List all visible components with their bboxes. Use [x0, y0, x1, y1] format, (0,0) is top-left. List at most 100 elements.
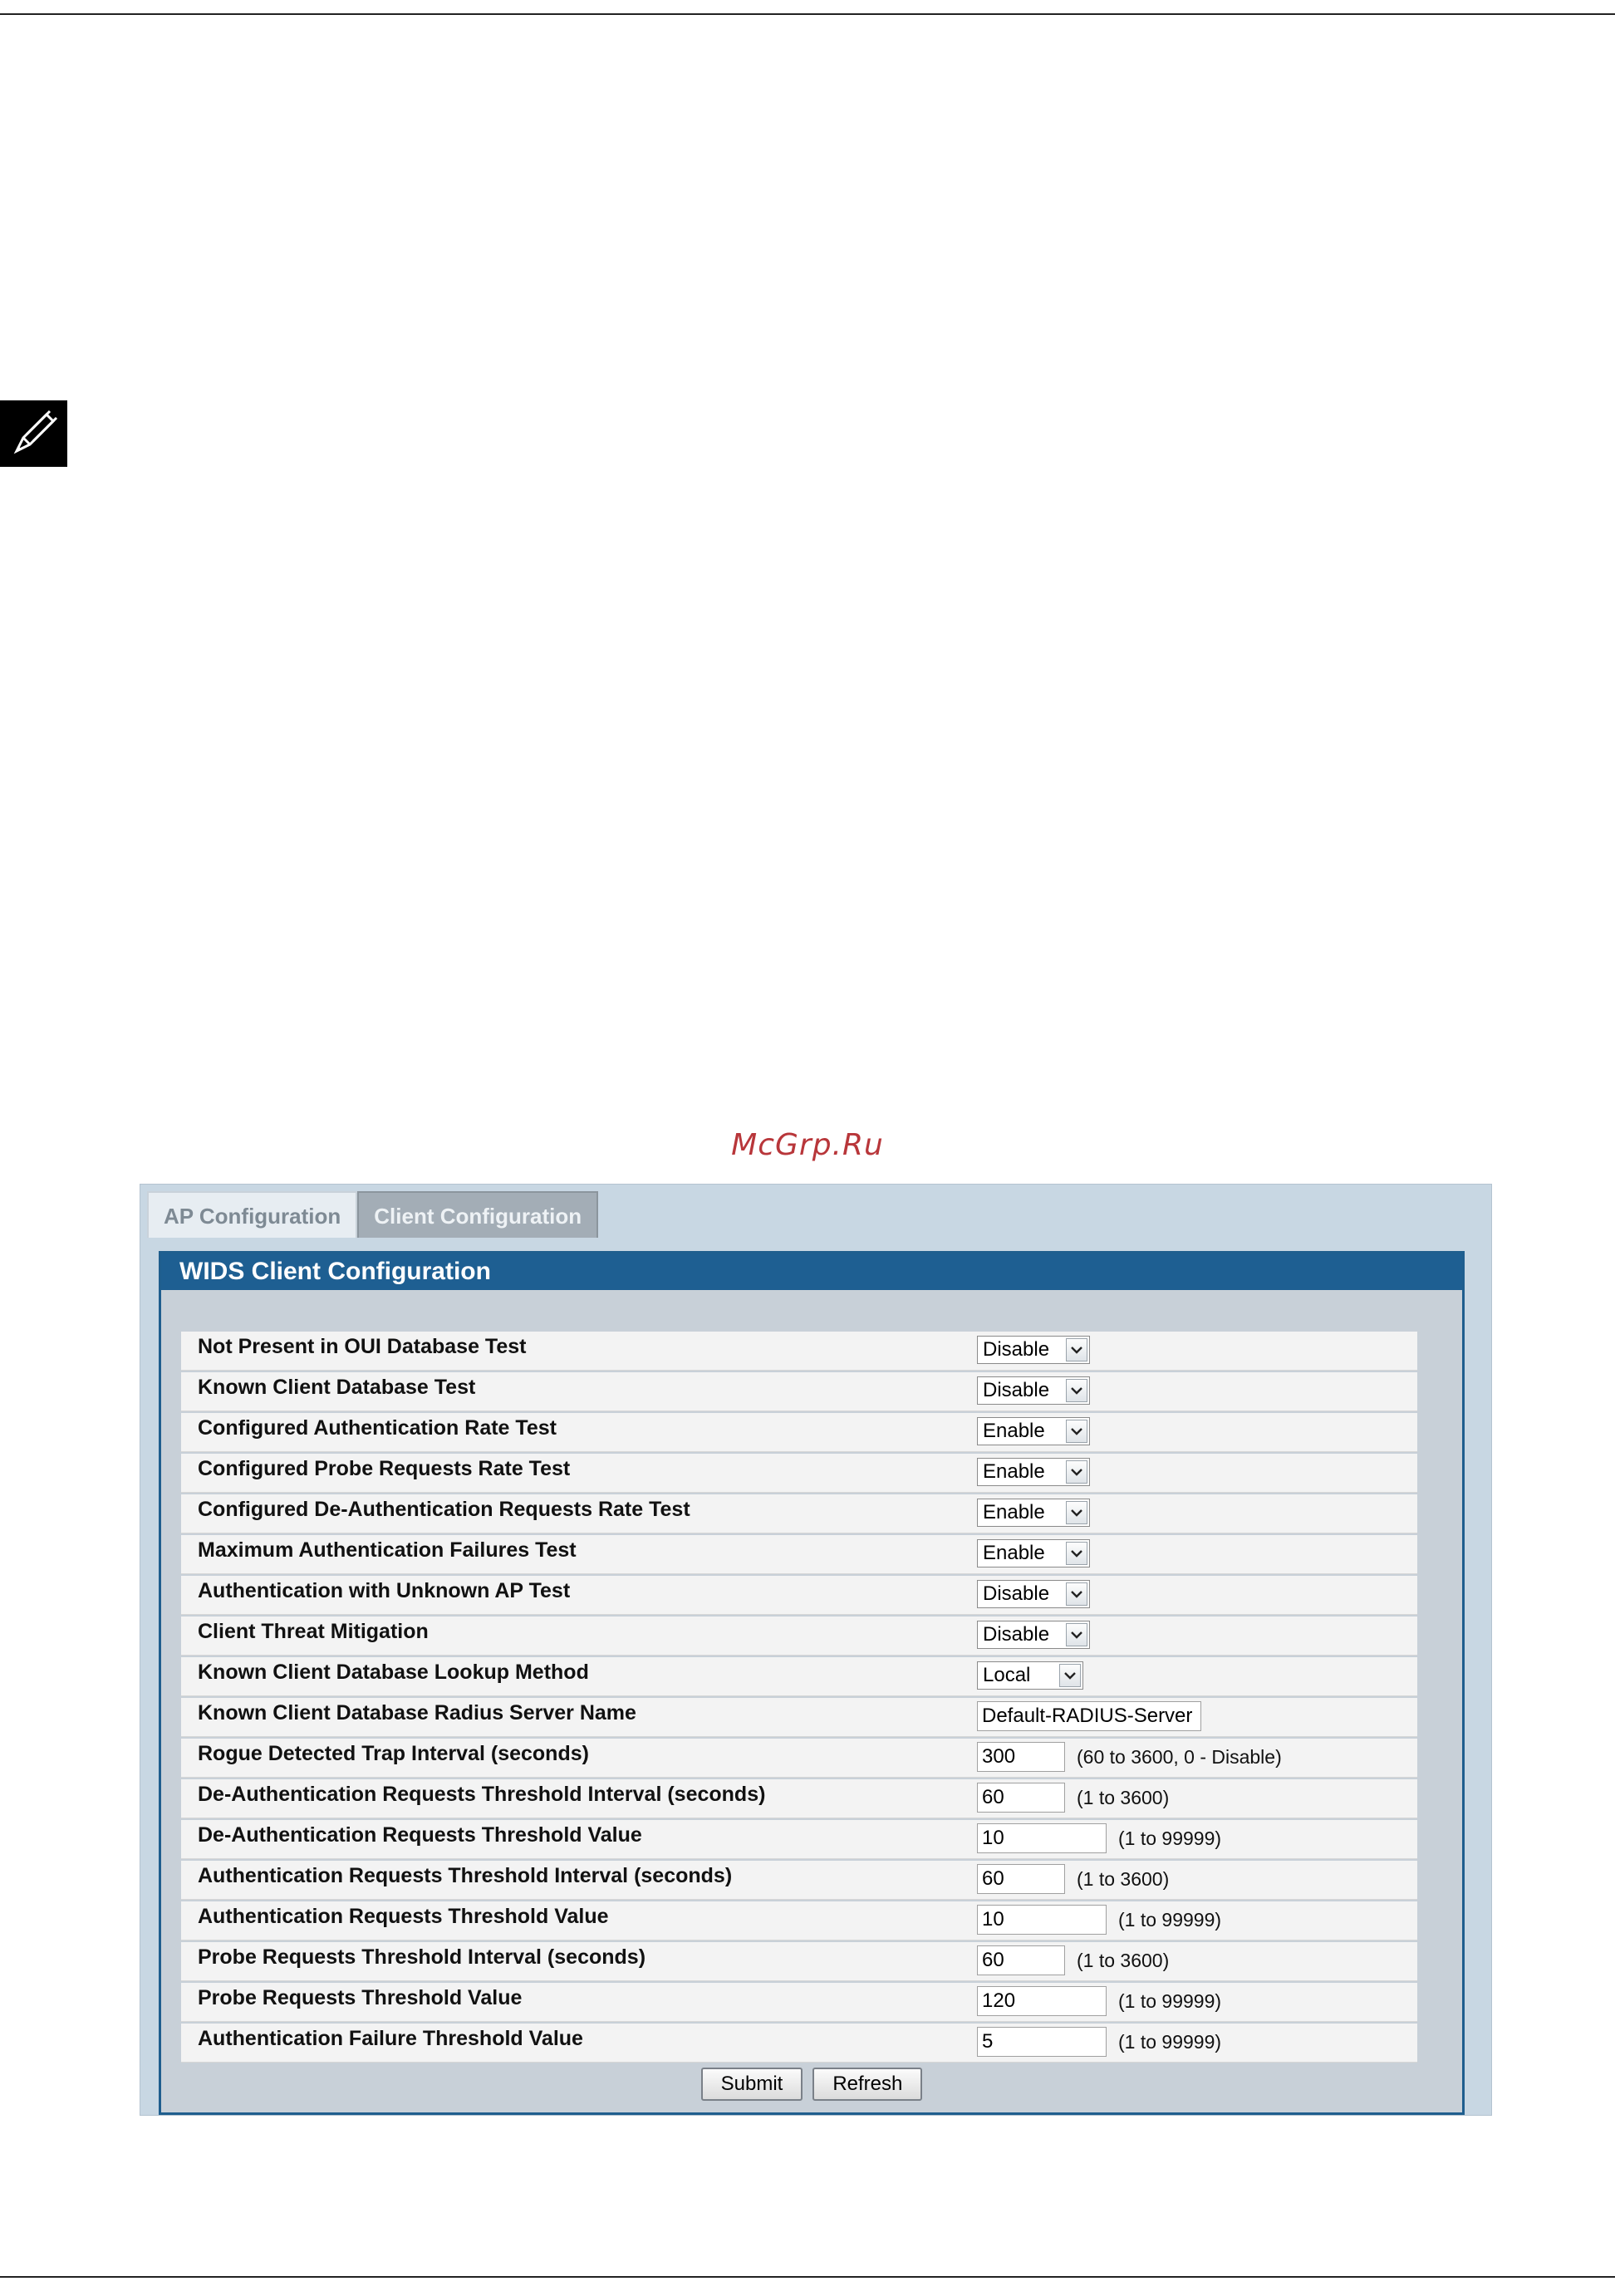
config-row-control: (1 to 99999)	[977, 1985, 1221, 2017]
config-row-label: Known Client Database Test	[198, 1376, 476, 1399]
config-row: Authentication Requests Threshold Interv…	[181, 1861, 1417, 1900]
config-row: Authentication Failure Threshold Value (1…	[181, 2024, 1417, 2063]
select-value: Enable	[983, 1420, 1045, 1442]
config-row-label: Configured Probe Requests Rate Test	[198, 1457, 571, 1480]
config-row: De-Authentication Requests Threshold Int…	[181, 1779, 1417, 1818]
config-row: Configured Probe Requests Rate Test Enabl…	[181, 1454, 1417, 1493]
config-row-label: Known Client Database Lookup Method	[198, 1661, 589, 1684]
value-input[interactable]	[977, 1986, 1107, 2016]
option-select[interactable]: Enable	[977, 1539, 1090, 1567]
config-row: Rogue Detected Trap Interval (seconds) (6…	[181, 1739, 1417, 1778]
option-select[interactable]: Enable	[977, 1458, 1090, 1486]
config-row-control: (60 to 3600, 0 - Disable)	[977, 1741, 1282, 1773]
config-row: Configured De-Authentication Requests Ra…	[181, 1494, 1417, 1533]
config-row-label: De-Authentication Requests Threshold Int…	[198, 1783, 766, 1806]
config-row-label: Not Present in OUI Database Test	[198, 1335, 527, 1358]
config-row-control: Disable	[977, 1375, 1090, 1406]
value-input[interactable]	[977, 1905, 1107, 1935]
select-value: Disable	[983, 1623, 1050, 1646]
chevron-down-icon[interactable]	[1066, 1420, 1087, 1443]
tab-ap-configuration[interactable]: AP Configuration	[147, 1191, 358, 1238]
chevron-down-icon[interactable]	[1066, 1501, 1087, 1524]
chevron-down-icon[interactable]	[1066, 1623, 1087, 1646]
value-input[interactable]	[977, 1864, 1065, 1894]
option-select[interactable]: Disable	[977, 1376, 1090, 1405]
option-select[interactable]: Enable	[977, 1417, 1090, 1445]
tab-bar: AP Configuration Client Configuration	[147, 1191, 599, 1239]
config-row: Not Present in OUI Database Test Disable	[181, 1332, 1417, 1371]
range-hint: (1 to 99999)	[1118, 1908, 1222, 1931]
wids-screenshot: AP Configuration Client Configuration WI…	[140, 1184, 1492, 2116]
bottom-rule	[0, 2276, 1615, 2278]
range-hint: (1 to 99999)	[1118, 1827, 1222, 1849]
chevron-down-icon[interactable]	[1066, 1338, 1087, 1361]
value-input[interactable]	[977, 1701, 1201, 1731]
config-row-control: (1 to 99999)	[977, 2026, 1221, 2058]
option-select[interactable]: Local	[977, 1661, 1083, 1690]
chevron-down-icon[interactable]	[1066, 1460, 1087, 1484]
config-row: Known Client Database Radius Server Name	[181, 1698, 1417, 1737]
range-hint: (1 to 99999)	[1118, 2030, 1222, 2053]
config-row-label: Authentication Failure Threshold Value	[198, 2027, 583, 2050]
config-row: Maximum Authentication Failures Test Enab…	[181, 1535, 1417, 1574]
config-row-label: Authentication Requests Threshold Value	[198, 1905, 609, 1928]
range-hint: (1 to 3600)	[1077, 1949, 1170, 1971]
config-row-control: (1 to 3600)	[977, 1945, 1169, 1976]
config-row: Authentication Requests Threshold Value (…	[181, 1901, 1417, 1940]
note-pencil-icon	[0, 400, 67, 467]
config-row-control: Enable	[977, 1415, 1090, 1447]
select-value: Enable	[983, 1460, 1045, 1483]
config-row: Probe Requests Threshold Value (1 to 9999…	[181, 1983, 1417, 2022]
config-rows: Not Present in OUI Database Test Disable K…	[181, 1332, 1417, 2064]
option-select[interactable]: Disable	[977, 1336, 1090, 1364]
config-row-control: (1 to 99999)	[977, 1823, 1221, 1854]
value-input[interactable]	[977, 1945, 1065, 1975]
refresh-button[interactable]: Refresh	[812, 2068, 923, 2101]
config-row-control: Disable	[977, 1334, 1090, 1366]
top-rule	[0, 13, 1615, 15]
config-row-control: (1 to 99999)	[977, 1904, 1221, 1935]
chevron-down-icon[interactable]	[1059, 1664, 1081, 1687]
config-row-label: Maximum Authentication Failures Test	[198, 1538, 577, 1562]
panel-title: WIDS Client Configuration	[161, 1253, 1462, 1290]
config-row: Probe Requests Threshold Interval (secon…	[181, 1942, 1417, 1981]
config-row-control: Enable	[977, 1456, 1090, 1488]
select-value: Enable	[983, 1542, 1045, 1564]
chevron-down-icon[interactable]	[1066, 1542, 1087, 1565]
config-row: Known Client Database Test Disable	[181, 1372, 1417, 1411]
option-select[interactable]: Disable	[977, 1580, 1090, 1608]
chevron-down-icon[interactable]	[1066, 1379, 1087, 1402]
config-row-label: De-Authentication Requests Threshold Val…	[198, 1823, 642, 1847]
option-select[interactable]: Enable	[977, 1499, 1090, 1527]
option-select[interactable]: Disable	[977, 1621, 1090, 1649]
config-row: Configured Authentication Rate Test Enabl…	[181, 1413, 1417, 1452]
value-input[interactable]	[977, 1783, 1065, 1813]
config-row-label: Authentication with Unknown AP Test	[198, 1579, 571, 1602]
value-input[interactable]	[977, 1823, 1107, 1853]
config-row-label: Probe Requests Threshold Value	[198, 1986, 523, 2009]
config-row-label: Authentication Requests Threshold Interv…	[198, 1864, 733, 1887]
config-row-control: Disable	[977, 1619, 1090, 1651]
config-row-control: (1 to 3600)	[977, 1782, 1169, 1813]
range-hint: (1 to 3600)	[1077, 1786, 1170, 1808]
chevron-down-icon[interactable]	[1066, 1582, 1087, 1606]
config-row-control: Enable	[977, 1497, 1090, 1528]
config-row-label: Known Client Database Radius Server Name	[198, 1701, 636, 1724]
config-row-control: Disable	[977, 1578, 1090, 1610]
watermark: McGrp.Ru	[731, 1128, 884, 1162]
select-value: Local	[983, 1664, 1031, 1686]
value-input[interactable]	[977, 2027, 1107, 2057]
select-value: Disable	[983, 1338, 1050, 1361]
config-row-label: Configured De-Authentication Requests Ra…	[198, 1498, 690, 1521]
select-value: Disable	[983, 1582, 1050, 1605]
value-input[interactable]	[977, 1742, 1065, 1772]
tab-client-configuration[interactable]: Client Configuration	[357, 1191, 599, 1238]
config-row-label: Configured Authentication Rate Test	[198, 1416, 557, 1440]
submit-button[interactable]: Submit	[700, 2068, 803, 2101]
config-row: Known Client Database Lookup Method Local	[181, 1657, 1417, 1696]
range-hint: (60 to 3600, 0 - Disable)	[1077, 1745, 1282, 1768]
config-row-label: Rogue Detected Trap Interval (seconds)	[198, 1742, 589, 1765]
config-row-control: (1 to 3600)	[977, 1863, 1169, 1895]
wids-client-config-panel: WIDS Client Configuration Not Present in…	[159, 1251, 1465, 2115]
config-row-control: Local	[977, 1660, 1083, 1691]
